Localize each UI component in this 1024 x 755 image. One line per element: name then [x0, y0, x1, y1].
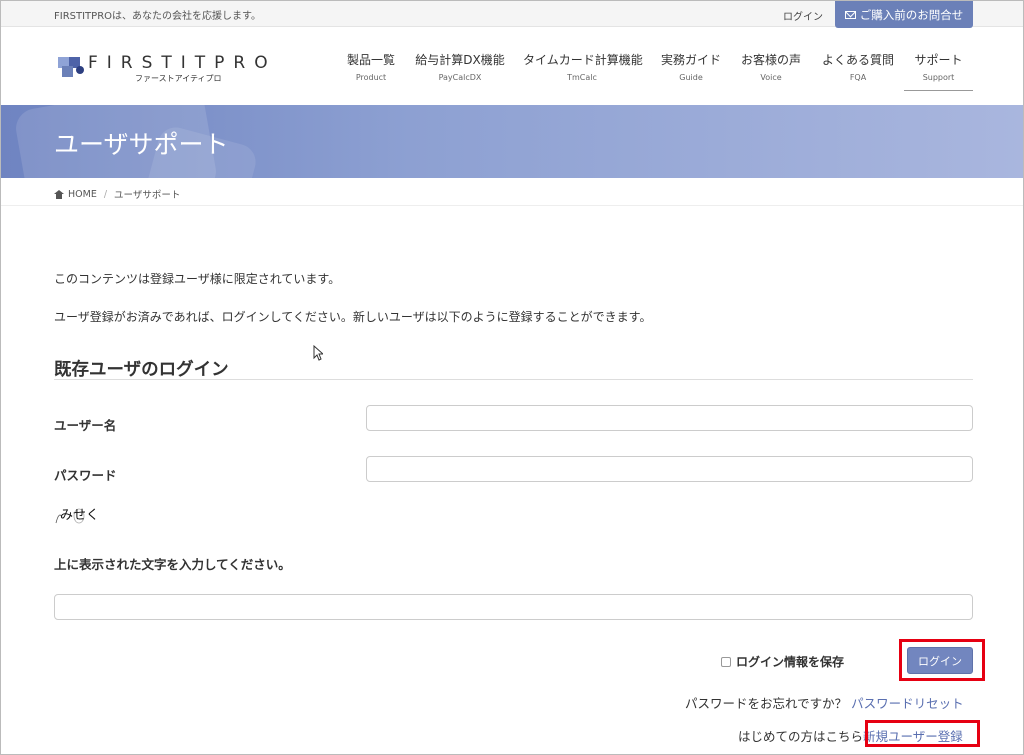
restricted-notice: このコンテンツは登録ユーザ様に限定されています。: [54, 272, 341, 286]
tagline: FIRSTITPROは、あなたの会社を応援します。: [54, 11, 262, 22]
nav-label: タイムカード計算機能: [523, 53, 643, 67]
breadcrumb: HOME / ユーザサポート: [1, 178, 1023, 206]
nav-label: サポート: [914, 53, 963, 67]
main-nav: 製品一覧 Product 給与計算DX機能 PayCalcDX タイムカード計算…: [1, 51, 1023, 91]
nav-sublabel: FQA: [849, 73, 867, 82]
register-highlight-box: [865, 720, 980, 747]
remember-me[interactable]: ログイン情報を保存: [721, 653, 844, 670]
breadcrumb-home[interactable]: HOME: [68, 189, 97, 200]
nav-sublabel: Product: [355, 73, 387, 82]
first-time-text: はじめての方はこちら: [738, 729, 864, 744]
nav-sublabel: Voice: [760, 73, 782, 82]
login-instructions: ユーザ登録がお済みであれば、ログインしてください。新しいユーザは以下のように登録…: [54, 310, 652, 324]
password-input[interactable]: [366, 456, 973, 482]
username-input[interactable]: [366, 405, 973, 431]
nav-item-product[interactable]: 製品一覧 Product: [346, 51, 396, 82]
nav-label: 実務ガイド: [660, 53, 721, 67]
nav-item-guide[interactable]: 実務ガイド Guide: [660, 51, 722, 82]
home-icon: [54, 189, 64, 199]
nav-item-paycalcdx[interactable]: 給与計算DX機能 PayCalcDX: [415, 51, 505, 82]
username-label: ユーザー名: [54, 418, 117, 433]
nav-label: 給与計算DX機能: [415, 53, 505, 67]
mouse-cursor-icon: [313, 345, 323, 361]
breadcrumb-separator: /: [103, 188, 108, 200]
nav-sublabel: TmCalc: [567, 73, 597, 82]
top-bar: FIRSTITPROは、あなたの会社を応援します。 ログイン ご購入前のお問合せ: [1, 1, 1023, 28]
remember-label: ログイン情報を保存: [736, 655, 845, 669]
nav-item-support[interactable]: サポート Support: [904, 51, 973, 91]
nav-label: 製品一覧: [346, 53, 395, 67]
captcha-image: みせく: [55, 508, 99, 524]
nav-item-faq[interactable]: よくある質問 FQA: [820, 51, 896, 82]
nav-label: お客様の声: [740, 53, 801, 67]
nav-sublabel: Support: [922, 73, 955, 82]
breadcrumb-current: ユーザサポート: [114, 190, 181, 201]
captcha-text: みせく: [60, 508, 99, 523]
login-button[interactable]: ログイン: [907, 647, 973, 674]
top-login-link[interactable]: ログイン: [783, 8, 823, 23]
nav-item-tmcalc[interactable]: タイムカード計算機能 TmCalc: [523, 51, 643, 82]
section-title: 既存ユーザのログイン: [54, 356, 973, 380]
page-banner: ユーザサポート: [1, 105, 1023, 178]
captcha-input[interactable]: [54, 594, 973, 620]
captcha-instruction: 上に表示された文字を入力してください。: [54, 557, 291, 572]
forgot-password-line: パスワードをお忘れですか？ パスワードリセット: [685, 693, 964, 712]
forgot-password-text: パスワードをお忘れですか？: [685, 696, 848, 711]
page-title: ユーザサポート: [54, 130, 229, 159]
contact-button-label: ご購入前のお問合せ: [859, 7, 964, 22]
mail-icon: [844, 10, 856, 19]
password-label: パスワード: [54, 468, 117, 483]
nav-item-voice[interactable]: お客様の声 Voice: [740, 51, 802, 82]
remember-checkbox[interactable]: [721, 656, 731, 667]
nav-label: よくある質問: [821, 53, 894, 67]
contact-button[interactable]: ご購入前のお問合せ: [835, 1, 973, 28]
password-reset-link[interactable]: パスワードリセット: [851, 696, 964, 711]
nav-sublabel: Guide: [679, 73, 703, 82]
nav-sublabel: PayCalcDX: [438, 73, 482, 82]
